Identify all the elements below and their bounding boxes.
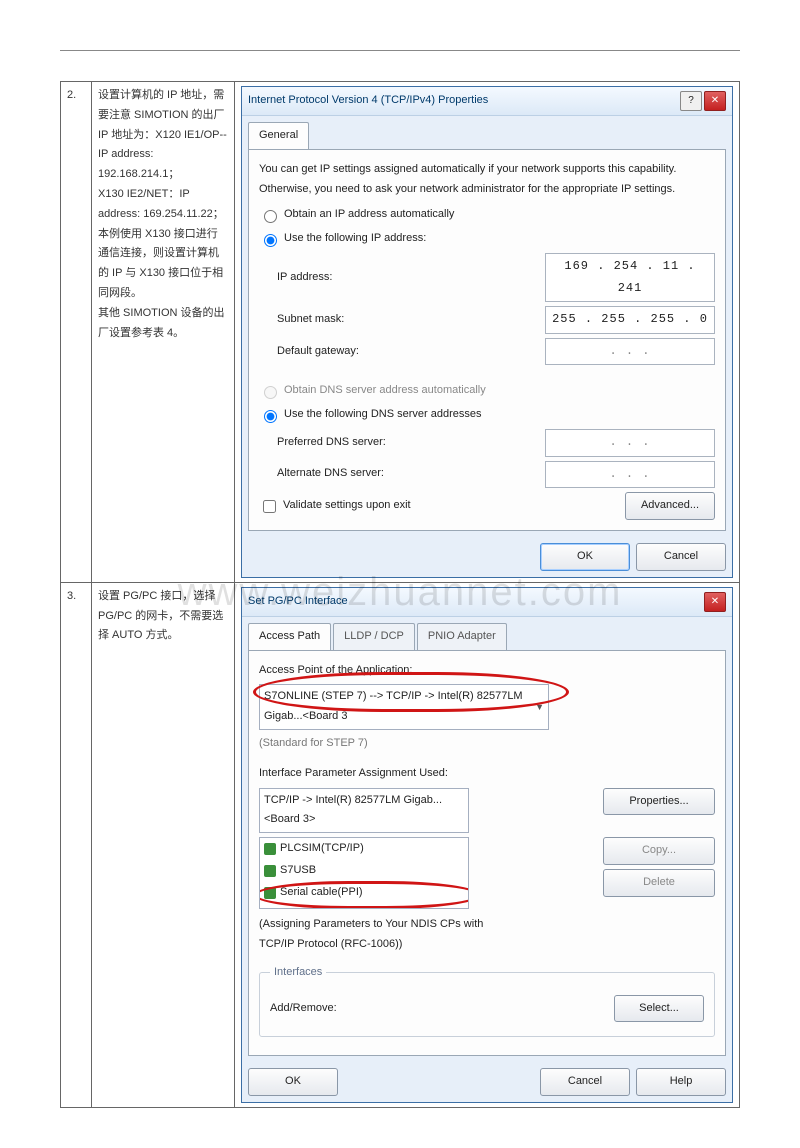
radio-use-ip-label: Use the following IP address: bbox=[284, 229, 426, 249]
dialog-title: Set PG/PC Interface bbox=[248, 592, 702, 612]
interfaces-group: Interfaces Add/Remove: Select... bbox=[259, 963, 715, 1038]
assign-note: TCP/IP Protocol (RFC-1006)) bbox=[259, 935, 715, 955]
adns-label: Alternate DNS server: bbox=[277, 464, 545, 484]
validate-checkbox[interactable] bbox=[263, 500, 276, 513]
interfaces-legend: Interfaces bbox=[270, 963, 326, 983]
select-button[interactable]: Select... bbox=[614, 995, 704, 1023]
gateway-input[interactable]: . . . bbox=[545, 338, 715, 366]
param-field[interactable]: TCP/IP -> Intel(R) 82577LM Gigab...<Boar… bbox=[259, 788, 469, 834]
standard-note: (Standard for STEP 7) bbox=[259, 734, 715, 754]
copy-button[interactable]: Copy... bbox=[603, 837, 715, 865]
adns-input[interactable]: . . . bbox=[545, 461, 715, 489]
radio-use-dns-label: Use the following DNS server addresses bbox=[284, 405, 481, 425]
radio-use-dns[interactable] bbox=[264, 410, 277, 423]
radio-auto-dns bbox=[264, 386, 277, 399]
tab-pnio-adapter[interactable]: PNIO Adapter bbox=[417, 623, 507, 650]
addremove-label: Add/Remove: bbox=[270, 999, 614, 1019]
help-button[interactable]: ? bbox=[680, 91, 702, 111]
chevron-down-icon: ▼ bbox=[535, 699, 544, 715]
ip-address-label: IP address: bbox=[277, 268, 545, 288]
network-icon bbox=[264, 887, 276, 899]
cancel-button[interactable]: Cancel bbox=[636, 543, 726, 571]
dialog-title: Internet Protocol Version 4 (TCP/IPv4) P… bbox=[248, 91, 678, 111]
help-button[interactable]: Help bbox=[636, 1068, 726, 1096]
close-button[interactable]: ✕ bbox=[704, 592, 726, 612]
pgpc-dialog: Set PG/PC Interface ✕ Access Path LLDP /… bbox=[241, 587, 733, 1103]
list-item: S7USB bbox=[260, 860, 468, 882]
subnet-label: Subnet mask: bbox=[277, 310, 545, 330]
access-point-value: S7ONLINE (STEP 7) --> TCP/IP -> Intel(R)… bbox=[264, 687, 535, 727]
delete-button[interactable]: Delete bbox=[603, 869, 715, 897]
list-item: Serial cable(PPI) bbox=[260, 882, 468, 904]
assign-note: (Assigning Parameters to Your NDIS CPs w… bbox=[259, 915, 715, 935]
tab-general[interactable]: General bbox=[248, 122, 309, 149]
list-item: PLCSIM(TCP/IP) bbox=[260, 838, 468, 860]
radio-use-ip[interactable] bbox=[264, 234, 277, 247]
radio-auto-dns-label: Obtain DNS server address automatically bbox=[284, 381, 486, 401]
validate-label: Validate settings upon exit bbox=[283, 496, 411, 516]
subnet-input[interactable]: 255 . 255 . 255 . 0 bbox=[545, 306, 715, 334]
list-item: TCP/IP -> Intel(R) 82577LM Gigab...<Bo bbox=[260, 904, 468, 910]
tab-access-path[interactable]: Access Path bbox=[248, 623, 331, 650]
ipv4-dialog: Internet Protocol Version 4 (TCP/IPv4) P… bbox=[241, 86, 733, 578]
network-icon bbox=[264, 843, 276, 855]
access-point-label: Access Point of the Application: bbox=[259, 661, 715, 681]
tab-lldp-dcp[interactable]: LLDP / DCP bbox=[333, 623, 415, 650]
ok-button[interactable]: OK bbox=[248, 1068, 338, 1096]
step-number: 2. bbox=[61, 82, 92, 583]
ok-button[interactable]: OK bbox=[540, 543, 630, 571]
cancel-button[interactable]: Cancel bbox=[540, 1068, 630, 1096]
access-point-dropdown[interactable]: S7ONLINE (STEP 7) --> TCP/IP -> Intel(R)… bbox=[259, 684, 549, 730]
ip-address-input[interactable]: 169 . 254 . 11 . 241 bbox=[545, 253, 715, 302]
interface-listbox[interactable]: PLCSIM(TCP/IP) S7USB Serial cable(PPI) T… bbox=[259, 837, 469, 909]
radio-auto-ip[interactable] bbox=[264, 210, 277, 223]
advanced-button[interactable]: Advanced... bbox=[625, 492, 715, 520]
intro-text: You can get IP settings assigned automat… bbox=[259, 160, 715, 200]
pdns-input[interactable]: . . . bbox=[545, 429, 715, 457]
close-button[interactable]: ✕ bbox=[704, 91, 726, 111]
properties-button[interactable]: Properties... bbox=[603, 788, 715, 816]
radio-auto-ip-label: Obtain an IP address automatically bbox=[284, 205, 454, 225]
step-description: 设置计算机的 IP 地址，需要注意 SIMOTION 的出厂 IP 地址为：X1… bbox=[92, 82, 235, 583]
gateway-label: Default gateway: bbox=[277, 342, 545, 362]
network-icon bbox=[264, 865, 276, 877]
pdns-label: Preferred DNS server: bbox=[277, 433, 545, 453]
step-number: 3. bbox=[61, 582, 92, 1107]
step-description: 设置 PG/PC 接口，选择 PG/PC 的网卡，不需要选择 AUTO 方式。 bbox=[92, 582, 235, 1107]
param-label: Interface Parameter Assignment Used: bbox=[259, 764, 715, 784]
steps-table: 2. 设置计算机的 IP 地址，需要注意 SIMOTION 的出厂 IP 地址为… bbox=[60, 81, 740, 1108]
